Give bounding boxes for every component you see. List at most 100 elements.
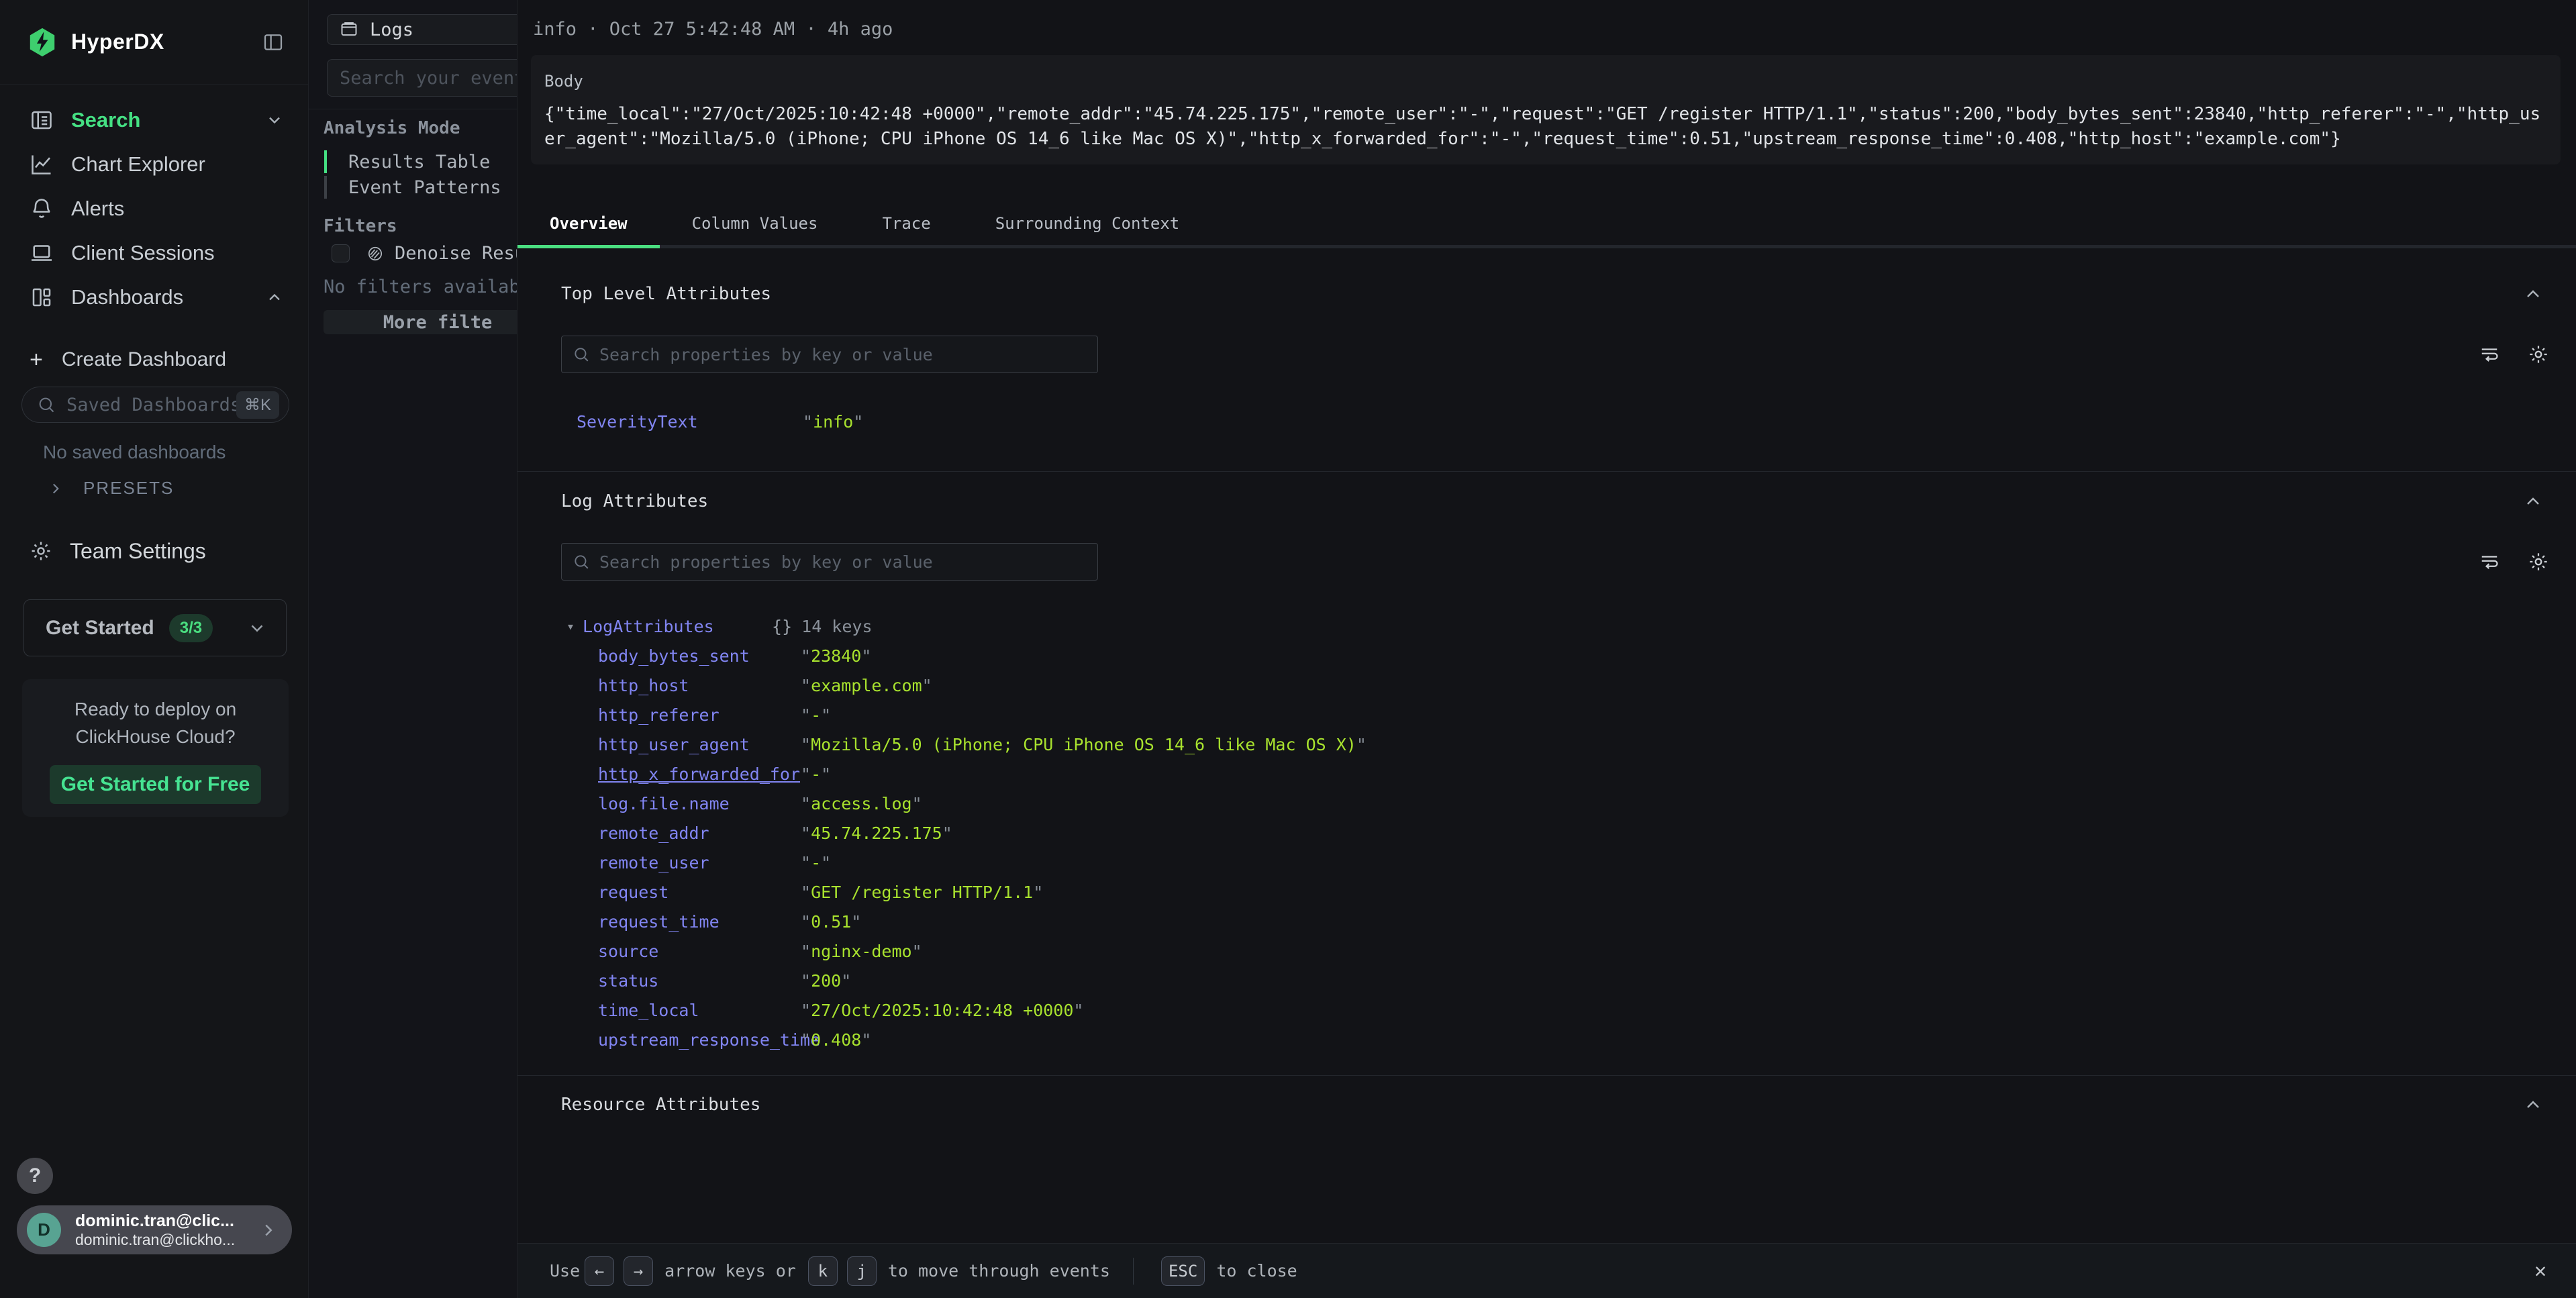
chevron-up-icon[interactable] bbox=[265, 288, 284, 307]
get-started-free-button[interactable]: Get Started for Free bbox=[50, 765, 261, 804]
denoise-checkbox[interactable] bbox=[332, 244, 350, 262]
property-search-box[interactable] bbox=[561, 543, 1098, 581]
no-filters-text: No filters available bbox=[324, 277, 517, 297]
logs-source-icon bbox=[340, 20, 358, 39]
attribute-row: status200 bbox=[561, 966, 2549, 995]
attribute-key[interactable]: upstream_response_time bbox=[598, 1030, 801, 1050]
sidebar-item-chart-explorer[interactable]: Chart Explorer bbox=[0, 142, 308, 187]
attribute-key[interactable]: source bbox=[598, 942, 801, 961]
tab-surrounding-context[interactable]: Surrounding Context bbox=[963, 201, 1212, 245]
help-button[interactable]: ? bbox=[17, 1158, 53, 1194]
attribute-key[interactable]: body_bytes_sent bbox=[598, 646, 801, 666]
sidebar-item-team-settings[interactable]: Team Settings bbox=[0, 531, 308, 571]
body-json-text[interactable]: {"time_local":"27/Oct/2025:10:42:48 +000… bbox=[544, 102, 2547, 152]
attribute-key[interactable]: remote_addr bbox=[598, 823, 801, 843]
tab-overview[interactable]: Overview bbox=[517, 201, 660, 245]
attribute-key[interactable]: status bbox=[598, 971, 801, 991]
chevron-up-icon[interactable] bbox=[2522, 491, 2544, 512]
team-settings-label: Team Settings bbox=[70, 539, 206, 564]
attribute-value[interactable]: 0.51 bbox=[801, 912, 861, 932]
property-search-input[interactable] bbox=[599, 345, 1087, 364]
k-key: k bbox=[808, 1256, 838, 1286]
body-label: Body bbox=[544, 72, 2547, 91]
mode-results-table[interactable]: Results Table bbox=[324, 149, 501, 174]
tab-column-values[interactable]: Column Values bbox=[660, 201, 850, 245]
create-dashboard-button[interactable]: + Create Dashboard bbox=[0, 345, 308, 375]
attribute-value[interactable]: GET /register HTTP/1.1 bbox=[801, 883, 1043, 902]
user-name: dominic.tran@clic... bbox=[75, 1211, 258, 1231]
attribute-value[interactable]: 45.74.225.175 bbox=[801, 823, 952, 843]
wrap-lines-icon[interactable] bbox=[2479, 344, 2499, 364]
section-title: Top Level Attributes bbox=[561, 284, 771, 304]
sidebar-item-dashboards[interactable]: Dashboards bbox=[0, 275, 308, 319]
gear-icon[interactable] bbox=[2528, 551, 2549, 572]
sidebar: HyperDX Search Chart Explorer bbox=[0, 0, 309, 1298]
attribute-key[interactable]: http_host bbox=[598, 676, 801, 695]
arrow-left-key: ← bbox=[585, 1256, 614, 1286]
attribute-value[interactable]: 0.408 bbox=[801, 1030, 871, 1050]
attribute-key[interactable]: http_x_forwarded_for bbox=[598, 764, 801, 784]
property-search-input[interactable] bbox=[599, 552, 1087, 572]
source-select-button[interactable]: Logs bbox=[327, 14, 517, 45]
attribute-key[interactable]: http_user_agent bbox=[598, 735, 801, 754]
clickhouse-promo-card: Ready to deploy on ClickHouse Cloud? Get… bbox=[22, 679, 289, 817]
more-filters-button[interactable]: More filte bbox=[324, 310, 517, 334]
chevron-up-icon[interactable] bbox=[2522, 283, 2544, 305]
attribute-value[interactable]: nginx-demo bbox=[801, 942, 922, 961]
attribute-key[interactable]: remote_user bbox=[598, 853, 801, 872]
attribute-value[interactable]: - bbox=[801, 705, 831, 725]
divider bbox=[517, 1075, 2576, 1076]
attribute-key[interactable]: request bbox=[598, 883, 801, 902]
logo-row: HyperDX bbox=[0, 0, 308, 85]
attribute-key[interactable]: SeverityText bbox=[577, 412, 803, 432]
saved-dashboards-search[interactable]: ⌘K bbox=[21, 387, 289, 423]
sidebar-nav: Search Chart Explorer Alerts Client Se bbox=[0, 85, 308, 319]
divider bbox=[1133, 1258, 1134, 1285]
presets-toggle[interactable]: PRESETS bbox=[0, 478, 308, 499]
attribute-value[interactable]: 200 bbox=[801, 971, 851, 991]
attribute-key[interactable]: request_time bbox=[598, 912, 801, 932]
chevron-up-icon[interactable] bbox=[2522, 1094, 2544, 1115]
avatar: D bbox=[27, 1213, 61, 1247]
wrap-lines-icon[interactable] bbox=[2479, 552, 2499, 572]
user-menu[interactable]: D dominic.tran@clic... dominic.tran@clic… bbox=[17, 1205, 292, 1254]
tree-root-key[interactable]: LogAttributes bbox=[583, 617, 772, 636]
chevron-down-icon[interactable] bbox=[265, 111, 284, 130]
attribute-value[interactable]: example.com bbox=[801, 676, 932, 695]
get-started-label: Get Started bbox=[46, 617, 154, 640]
get-started-toggle[interactable]: Get Started 3/3 bbox=[23, 599, 287, 656]
log-attributes-tree: ▾ LogAttributes {} 14 keys body_bytes_se… bbox=[561, 611, 2549, 1054]
search-nav-icon bbox=[30, 108, 54, 132]
attribute-value[interactable]: info bbox=[803, 412, 863, 432]
denoise-results-row: Denoise Resul bbox=[332, 243, 517, 264]
log-attributes-toolbar bbox=[561, 543, 2549, 581]
attribute-value[interactable]: - bbox=[801, 853, 831, 872]
attribute-key[interactable]: http_referer bbox=[598, 705, 801, 725]
event-search-input[interactable] bbox=[340, 68, 517, 89]
attribute-value[interactable]: access.log bbox=[801, 794, 922, 813]
chevron-right-icon bbox=[258, 1220, 279, 1240]
sidebar-item-client-sessions[interactable]: Client Sessions bbox=[0, 231, 308, 275]
attribute-key[interactable]: time_local bbox=[598, 1001, 801, 1020]
sidebar-collapse-icon[interactable] bbox=[262, 32, 284, 53]
user-email: dominic.tran@clickho... bbox=[75, 1231, 258, 1249]
j-key: j bbox=[847, 1256, 877, 1286]
attribute-value[interactable]: - bbox=[801, 764, 831, 784]
mode-event-patterns[interactable]: Event Patterns bbox=[324, 174, 501, 200]
attribute-row: SeverityText info bbox=[561, 407, 2549, 436]
collapse-triangle-icon[interactable]: ▾ bbox=[566, 618, 575, 634]
close-icon[interactable]: ✕ bbox=[2534, 1259, 2546, 1283]
gear-icon[interactable] bbox=[2528, 344, 2549, 365]
tab-trace[interactable]: Trace bbox=[850, 201, 962, 245]
attribute-value[interactable]: 23840 bbox=[801, 646, 871, 666]
attribute-value[interactable]: 27/Oct/2025:10:42:48 +0000 bbox=[801, 1001, 1083, 1020]
top-level-attributes-header: Top Level Attributes bbox=[561, 283, 2549, 305]
event-search-box[interactable] bbox=[327, 59, 517, 97]
saved-dashboards-input[interactable] bbox=[66, 395, 236, 415]
property-search-box[interactable] bbox=[561, 336, 1098, 373]
attribute-value[interactable]: Mozilla/5.0 (iPhone; CPU iPhone OS 14_6 … bbox=[801, 735, 1367, 754]
sidebar-item-search[interactable]: Search bbox=[0, 98, 308, 142]
top-level-toolbar bbox=[561, 336, 2549, 373]
attribute-key[interactable]: log.file.name bbox=[598, 794, 801, 813]
sidebar-item-alerts[interactable]: Alerts bbox=[0, 187, 308, 231]
